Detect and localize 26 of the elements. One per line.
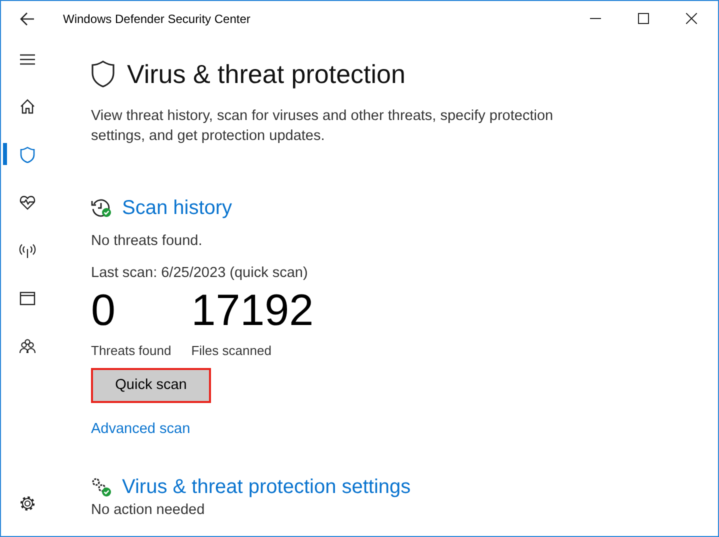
home-icon[interactable]	[19, 98, 36, 114]
last-scan-text: Last scan: 6/25/2023 (quick scan)	[91, 264, 309, 283]
shield-icon	[91, 60, 115, 88]
maximize-icon[interactable]	[638, 13, 649, 24]
antenna-icon[interactable]	[19, 242, 36, 258]
section-title[interactable]: Virus & threat protection settings	[122, 476, 411, 497]
page-title: Virus & threat protection	[127, 61, 406, 87]
section-title[interactable]: Scan history	[122, 198, 232, 218]
quick-scan-button[interactable]: Quick scan	[91, 368, 211, 403]
shield-icon[interactable]	[19, 146, 36, 162]
page-description: View threat history, scan for viruses and other threats, specify protection settings, and get protection updates.	[91, 107, 554, 146]
window-title: Windows Defender Security Center	[63, 10, 250, 28]
people-icon[interactable]	[19, 338, 36, 354]
close-icon[interactable]	[686, 13, 697, 24]
browser-window-icon[interactable]	[19, 290, 36, 306]
status-text: No action needed	[91, 500, 206, 520]
advanced-scan-link[interactable]: Advanced scan	[91, 419, 190, 441]
stat-value: 17192	[191, 286, 314, 334]
history-check-icon	[91, 197, 112, 218]
stat-label: Files scanned	[191, 342, 272, 360]
back-icon[interactable]	[20, 12, 35, 26]
status-text: No threats found.	[91, 232, 204, 251]
stat-label: Threats found	[91, 342, 172, 360]
stat-value: 0	[91, 286, 116, 334]
settings-icon[interactable]	[19, 494, 36, 512]
heart-icon[interactable]	[19, 194, 36, 210]
